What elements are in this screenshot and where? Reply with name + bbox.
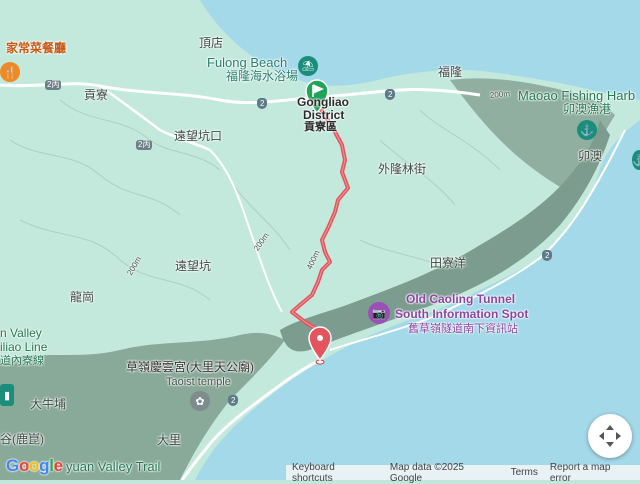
camera-control-icon — [599, 425, 621, 447]
longgang-label: 龍崗 — [70, 290, 95, 304]
restaurant-label[interactable]: 家常菜餐廳 — [6, 41, 66, 55]
tunnel-en-label-2[interactable]: South Information Spot — [395, 307, 528, 321]
report-error-link[interactable]: Report a map error — [544, 462, 640, 484]
gongliao-village-label: 貢寮 — [84, 88, 109, 102]
google-logo: Google — [6, 456, 63, 475]
gongliao-zh-label: 貢寮區 — [304, 121, 337, 133]
dali-label: 大里 — [157, 433, 182, 447]
map-canvas[interactable] — [0, 0, 640, 480]
fulong-label: 福隆 — [438, 65, 463, 79]
maoao-zh-label[interactable]: 卯澳漁港 — [563, 102, 611, 116]
tianliaoyang-label: 田寮洋 — [430, 256, 467, 270]
restaurant-icon[interactable]: 🍴 — [0, 62, 20, 82]
keyboard-shortcuts-link[interactable]: Keyboard shortcuts — [286, 462, 384, 484]
terms-link[interactable]: Terms — [505, 467, 544, 478]
gu-lu-label: 谷(鹿崑) — [0, 432, 44, 446]
temple-icon[interactable]: ✿ — [190, 391, 210, 411]
map-footer: Keyboard shortcuts Map data ©2025 Google… — [286, 462, 640, 484]
dingdian-label: 頂店 — [199, 36, 224, 50]
temple-en-label[interactable]: Taoist temple — [166, 376, 231, 388]
yuanwangkeng-label: 遠望坑 — [175, 259, 212, 273]
valley-line-label-1[interactable]: n Valley — [0, 326, 42, 340]
harbor-icon[interactable]: ⚓ — [577, 120, 597, 140]
valley-line-label-3[interactable]: 道內寮線 — [0, 355, 44, 367]
valley-line-label-2[interactable]: iliao Line — [0, 340, 47, 354]
trail-label[interactable]: yuan Valley Trail — [66, 459, 160, 474]
tunnel-en-label-1[interactable]: Old Caoling Tunnel — [406, 292, 515, 306]
wailong-linjie-label: 外隆林街 — [378, 162, 427, 176]
map-data-text: Map data ©2025 Google — [389, 461, 464, 484]
temple-zh-label[interactable]: 草嶺慶雲宮(大里天公廟) — [126, 360, 254, 374]
yuanwangkengkou-label: 遠望坑口 — [174, 129, 223, 143]
road-2bing-shield-a: 2丙 — [45, 80, 62, 90]
marker-icon-east[interactable]: ⚓ — [632, 150, 640, 170]
tunnel-zh-label[interactable]: 舊草嶺隧道南下資訊站 — [408, 323, 518, 335]
elevation-label-a: 200m — [489, 89, 511, 100]
beach-icon[interactable]: ⛱ — [298, 56, 318, 76]
maoao-village-label: 卯澳 — [578, 149, 603, 163]
camera-control-button[interactable] — [588, 414, 632, 458]
fulong-beach-zh-label[interactable]: 福隆海水浴場 — [226, 69, 298, 83]
tunnel-info-icon[interactable]: 📷 — [368, 302, 390, 324]
trail-icon[interactable]: ▮ — [0, 384, 14, 406]
daniupu-label: 大牛埔 — [30, 397, 67, 411]
road-2bing-shield-b: 2丙 — [136, 140, 153, 150]
